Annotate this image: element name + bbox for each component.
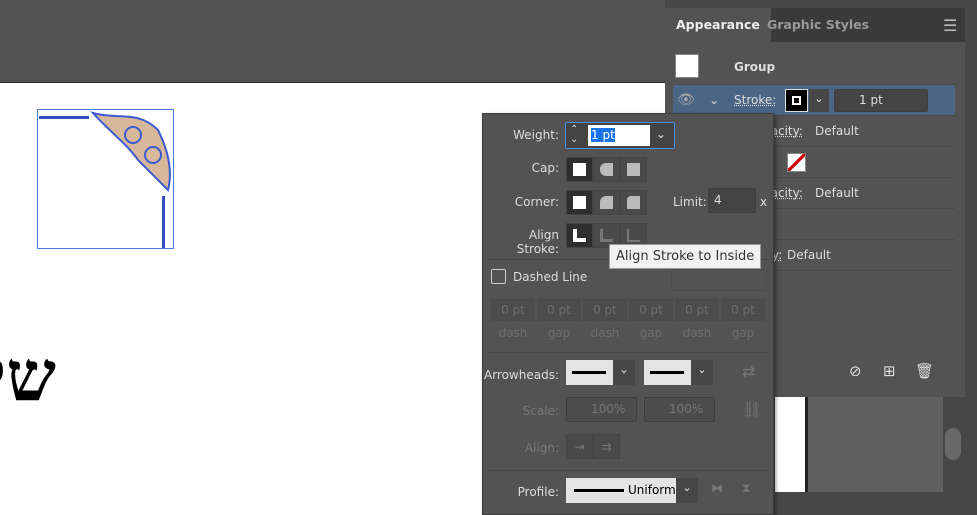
tab-graphic-styles[interactable]: Graphic Styles xyxy=(756,8,880,42)
navigator-white xyxy=(775,397,805,492)
opacity-value[interactable]: Default xyxy=(815,178,859,209)
group-thumbnail xyxy=(675,54,699,78)
dash-pattern-buttons[interactable] xyxy=(671,269,767,291)
selected-ornament[interactable] xyxy=(37,109,174,249)
gap-label: gap xyxy=(639,326,663,340)
control-bar xyxy=(0,0,665,83)
tooltip: Align Stroke to Inside xyxy=(609,244,761,269)
align-stroke-label: Align Stroke: xyxy=(516,228,559,256)
stroke-options-flyout: Weight: ⌃ ⌄ 1 pt ⌄ Cap: Corner: Limit: 4 … xyxy=(482,113,774,515)
bevel-join-button[interactable] xyxy=(620,190,647,215)
group-row[interactable]: Group xyxy=(673,50,955,85)
weight-field[interactable]: ⌃ ⌄ 1 pt ⌄ xyxy=(565,122,675,149)
dashed-line-checkbox[interactable] xyxy=(491,269,506,284)
stroke-weight-field[interactable]: 1 pt xyxy=(834,89,928,112)
weight-value[interactable]: 1 pt xyxy=(591,128,615,142)
swap-arrowheads-icon[interactable]: ⇄ xyxy=(742,362,755,381)
chevron-down-icon[interactable]: ⌄ xyxy=(691,360,713,385)
gap-field[interactable]: 0 pt xyxy=(721,299,765,321)
stroke-label[interactable]: Stroke: xyxy=(734,85,776,116)
dash-label: dash xyxy=(590,326,620,340)
trash-icon[interactable]: 🗑 xyxy=(915,362,934,380)
fill-none-swatch[interactable] xyxy=(787,153,806,172)
eye-icon[interactable]: 👁 xyxy=(677,85,695,116)
dash-label: dash xyxy=(498,326,528,340)
round-cap-button[interactable] xyxy=(593,157,620,182)
miter-join-button[interactable] xyxy=(566,190,593,215)
hebrew-text-line-2: שי xyxy=(0,334,56,417)
limit-label: Limit: xyxy=(673,195,707,209)
chevron-down-icon[interactable]: ⌄ xyxy=(656,127,666,141)
arrowheads-label: Arrowheads: xyxy=(483,368,559,382)
corner-label: Corner: xyxy=(514,195,559,209)
chevron-down-icon[interactable]: ⌄ xyxy=(613,360,635,385)
corner-ornament-icon xyxy=(39,111,171,248)
profile-select[interactable]: Uniform xyxy=(566,478,676,503)
flip-along-icon[interactable]: ⧓ xyxy=(711,481,723,495)
align-stroke-center-button[interactable] xyxy=(566,223,593,248)
cap-label: Cap: xyxy=(531,161,559,175)
clear-appearance-icon[interactable]: ⊘ xyxy=(849,362,862,380)
stroke-color-dropdown[interactable]: ⌄ xyxy=(809,89,829,112)
dash-field[interactable]: 0 pt xyxy=(583,299,627,321)
butt-cap-button[interactable] xyxy=(566,157,593,182)
divider xyxy=(489,352,767,353)
dashed-line-label[interactable]: Dashed Line xyxy=(513,270,587,284)
start-arrowhead-select[interactable] xyxy=(566,360,613,385)
opacity-value[interactable]: Default xyxy=(815,116,859,147)
weight-stepper[interactable]: ⌃ ⌄ xyxy=(570,125,578,145)
opacity-value[interactable]: Default xyxy=(787,240,831,271)
dash-field[interactable]: 0 pt xyxy=(675,299,719,321)
chevron-down-icon[interactable]: ⌄ xyxy=(709,85,719,116)
gap-label: gap xyxy=(547,326,571,340)
duplicate-item-icon[interactable]: ⊞ xyxy=(883,362,896,380)
start-scale-field[interactable]: 100% xyxy=(566,397,637,422)
divider xyxy=(489,470,767,471)
scrollbar-thumb[interactable] xyxy=(945,428,961,460)
group-label: Group xyxy=(734,60,776,74)
arrow-tip-at-end-button[interactable]: ⇉ xyxy=(593,434,620,459)
weight-label: Weight: xyxy=(513,128,559,142)
tab-appearance[interactable]: Appearance xyxy=(665,8,771,42)
stroke-row[interactable]: 👁 ⌄ Stroke: ⌄ 1 pt xyxy=(673,85,955,116)
gap-field[interactable]: 0 pt xyxy=(629,299,673,321)
hamburger-icon[interactable]: ☰ xyxy=(943,16,957,35)
chevron-down-icon[interactable]: ⌄ xyxy=(676,478,698,503)
profile-label: Profile: xyxy=(517,485,559,499)
limit-field[interactable]: 4 xyxy=(708,188,756,213)
end-scale-field[interactable]: 100% xyxy=(644,397,715,422)
projecting-cap-button[interactable] xyxy=(620,157,647,182)
dash-field[interactable]: 0 pt xyxy=(491,299,535,321)
stroke-color-swatch[interactable] xyxy=(785,89,808,112)
navigator-preview xyxy=(805,397,943,492)
gap-label: gap xyxy=(731,326,755,340)
link-scale-icon[interactable]: ⛓ xyxy=(742,400,762,419)
flip-across-icon[interactable]: ⧗ xyxy=(742,481,750,496)
scale-label: Scale: xyxy=(522,404,559,418)
arrow-tip-beyond-button[interactable]: ⇥ xyxy=(566,434,593,459)
round-join-button[interactable] xyxy=(593,190,620,215)
limit-unit: x xyxy=(760,195,768,209)
gap-field[interactable]: 0 pt xyxy=(537,299,581,321)
align-label: Align: xyxy=(524,441,559,455)
dash-label: dash xyxy=(682,326,712,340)
end-arrowhead-select[interactable] xyxy=(644,360,691,385)
